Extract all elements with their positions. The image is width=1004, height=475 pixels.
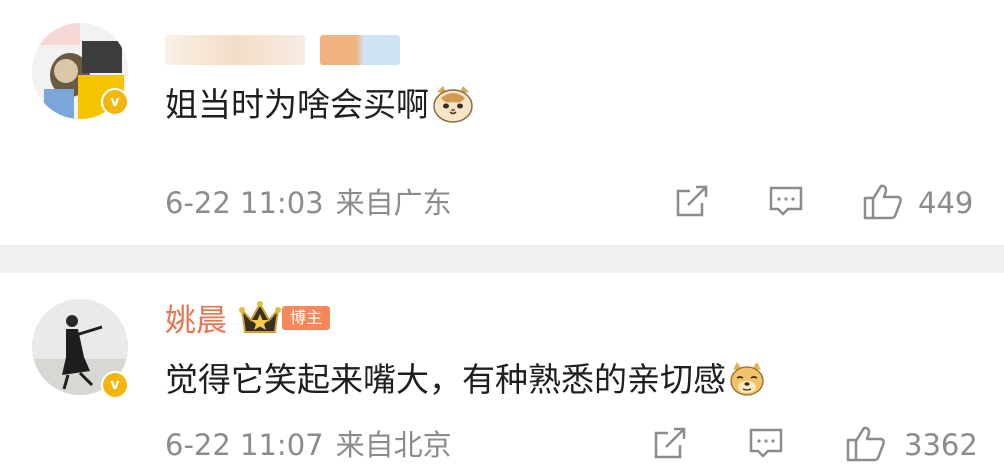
like-icon[interactable] (845, 425, 887, 467)
crown-icon (238, 300, 282, 342)
blogger-badge: 博主 (282, 306, 331, 330)
verified-icon: v (101, 371, 129, 399)
location: 来自北京 (335, 428, 452, 462)
like-count: 3362 (904, 428, 978, 462)
doge-emoji (728, 360, 766, 403)
username[interactable]: 姚晨 (165, 306, 227, 337)
timestamp: 6-22 11:07 (165, 428, 324, 462)
comment-text: 觉得它笑起来嘴大，有种熟悉的亲切感 (165, 360, 766, 403)
share-icon[interactable] (652, 425, 688, 465)
comment-item: v 姚晨 博主 觉得它笑起来嘴大，有种熟悉的亲切感 6-22 11:07 来自北… (0, 0, 1004, 475)
comment-icon[interactable] (748, 425, 784, 465)
comment-meta: 6-22 11:07 来自北京 (165, 431, 452, 460)
